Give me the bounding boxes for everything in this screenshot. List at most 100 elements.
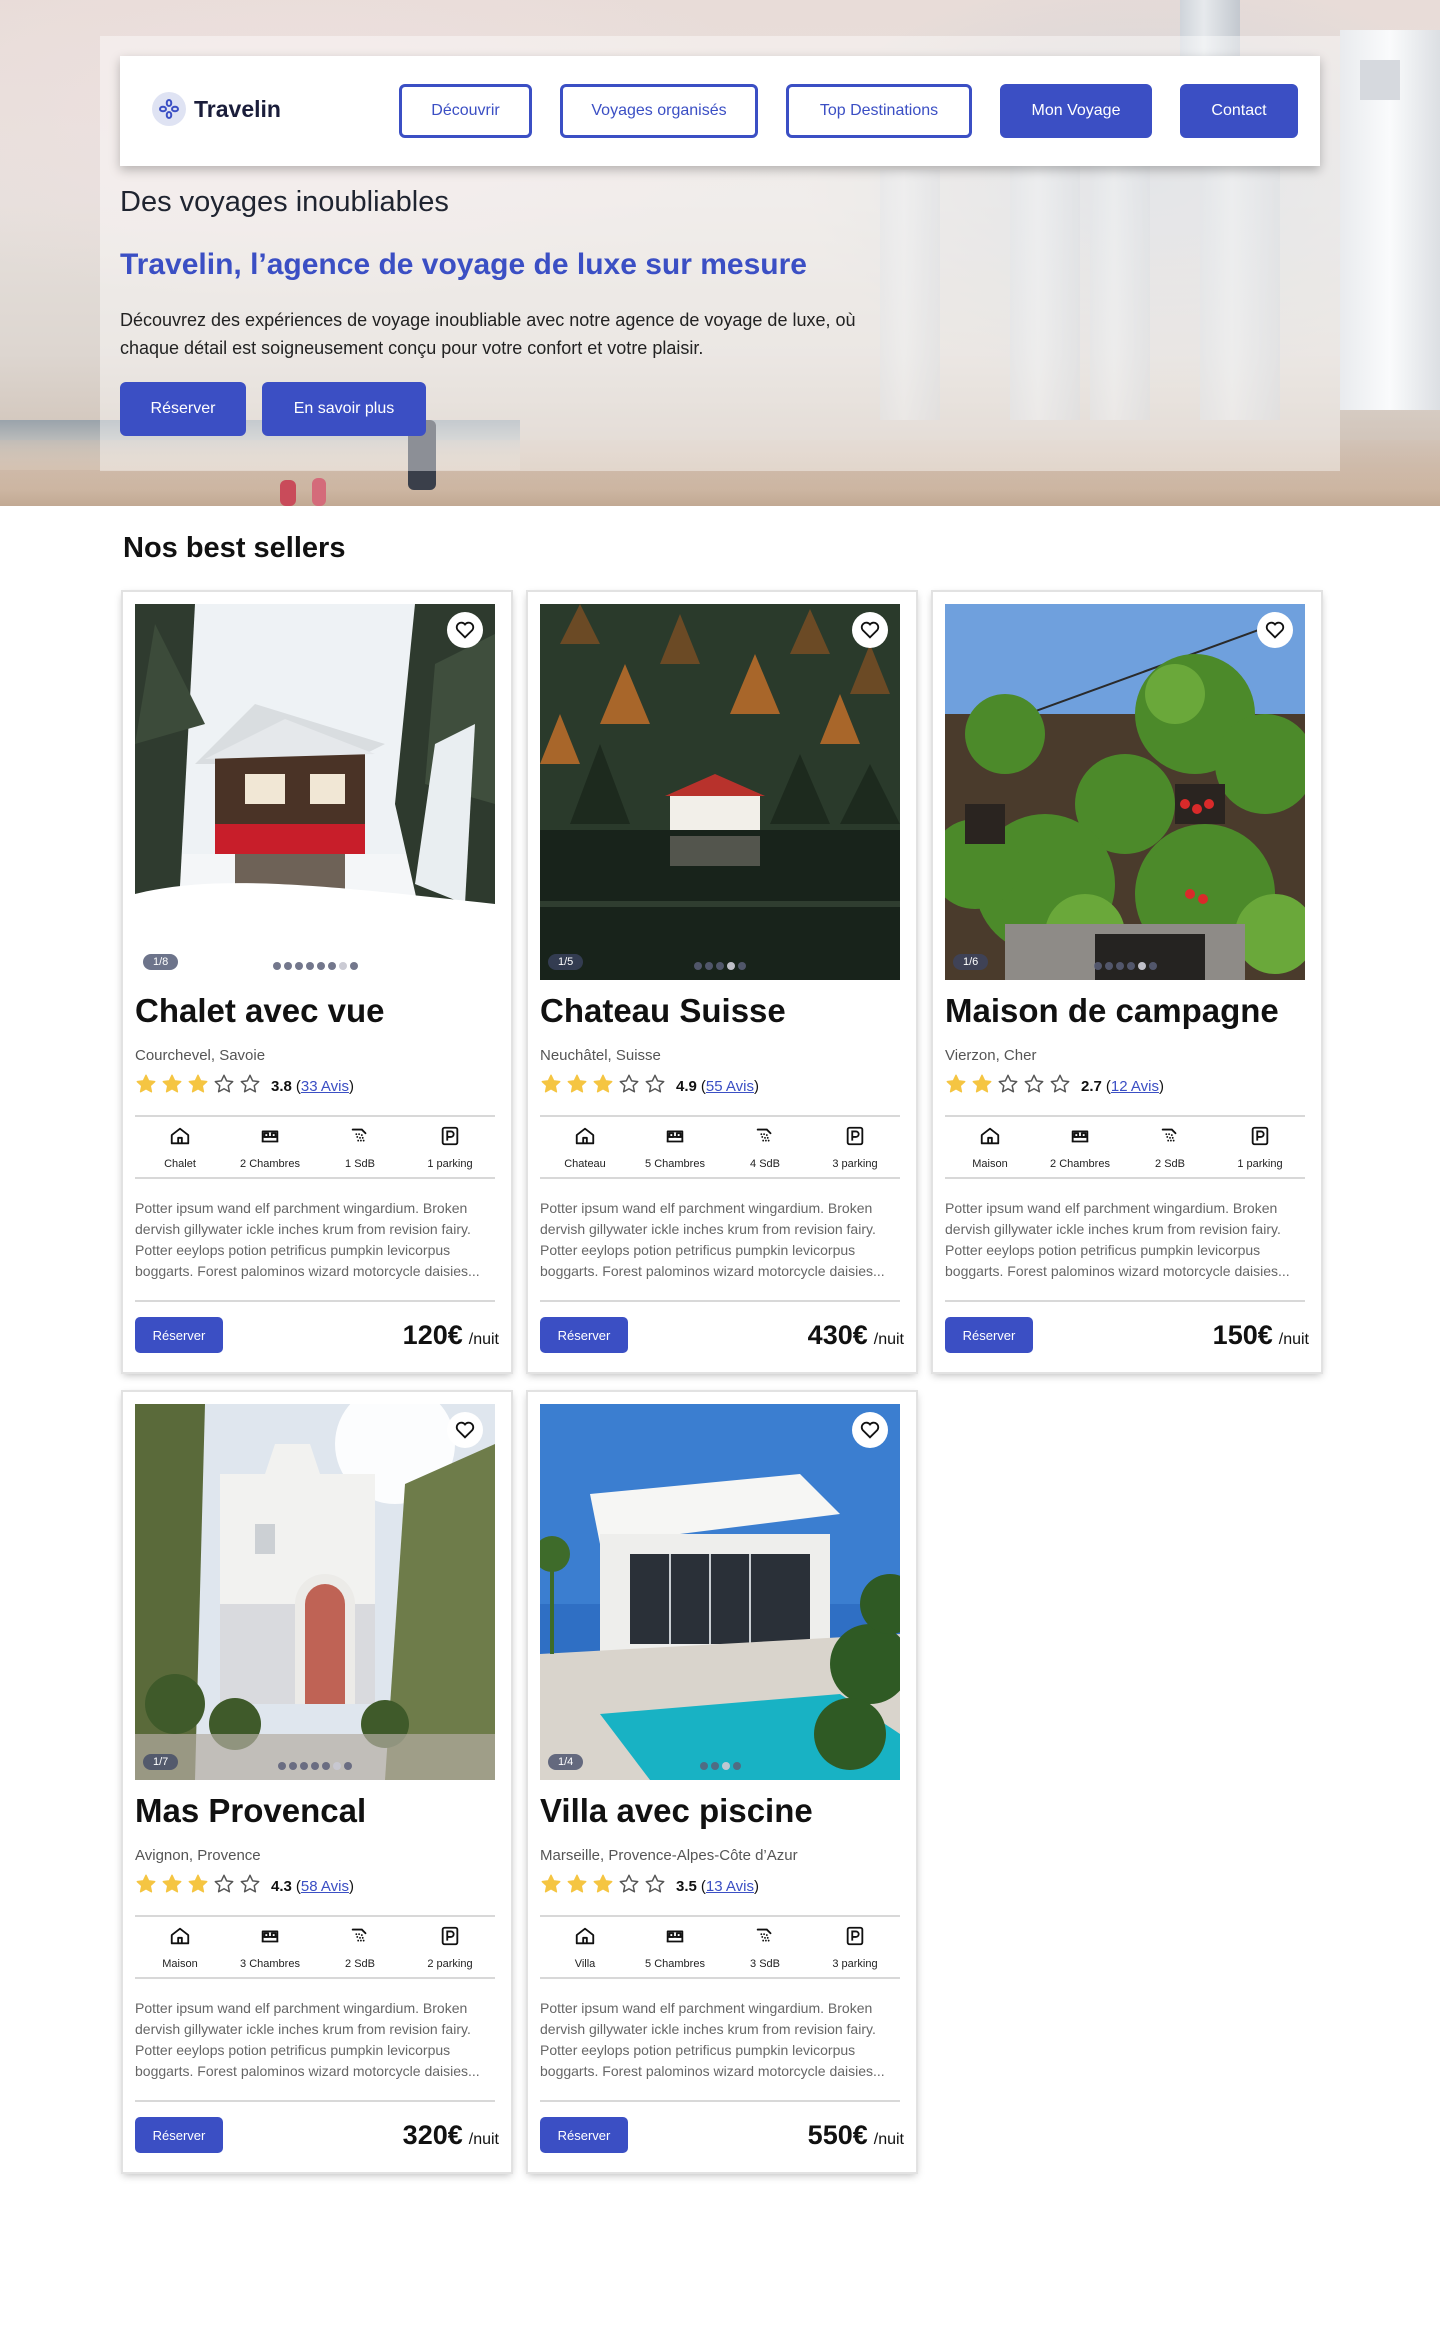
nav-mon-voyage-button[interactable]: Mon Voyage [1000, 84, 1152, 138]
carousel-dot[interactable] [300, 1762, 308, 1770]
carousel-dot[interactable] [1137, 962, 1146, 970]
carousel-dot[interactable] [289, 1762, 297, 1770]
listing-photo[interactable]: 1/8 [135, 604, 495, 980]
nav-contact-button[interactable]: Contact [1180, 84, 1298, 138]
reviews-link[interactable]: 55 Avis [706, 1078, 754, 1095]
feature-label: 3 parking [832, 1958, 878, 1970]
bed-icon [1069, 1125, 1091, 1152]
reviews-link[interactable]: 13 Avis [706, 1878, 754, 1895]
nav-decouvrir-button[interactable]: Découvrir [399, 84, 532, 138]
reserver-button[interactable]: Réserver [135, 2117, 223, 2153]
brand-logo[interactable]: Travelin [152, 92, 281, 126]
listing-photo[interactable]: 1/6 [945, 604, 1305, 980]
feature-item: 2 Chambres [225, 1117, 315, 1177]
carousel-dot[interactable] [738, 962, 746, 970]
favorite-heart-icon[interactable] [1257, 612, 1293, 648]
feature-label: 1 parking [427, 1158, 473, 1170]
listing-description: Potter ipsum wand elf parchment wingardi… [540, 1200, 885, 1279]
carousel-dots [540, 1762, 900, 1770]
carousel-dot[interactable] [333, 1762, 341, 1770]
favorite-heart-icon[interactable] [447, 612, 483, 648]
nav-voyages-organises-button[interactable]: Voyages organisés [560, 84, 758, 138]
house-icon [169, 1925, 191, 1952]
carousel-dot[interactable] [694, 962, 702, 970]
navbar: Travelin Découvrir Voyages organisés Top… [120, 56, 1320, 166]
carousel-dot[interactable] [1126, 962, 1135, 970]
carousel-dot[interactable] [344, 1762, 352, 1770]
feature-item: Chateau [540, 1117, 630, 1177]
rating-stars: 2.7 (12 Avis) [945, 1073, 1164, 1100]
carousel-dot[interactable] [1148, 962, 1157, 970]
reviews-link-wrapper: (55 Avis) [700, 1078, 759, 1095]
carousel-dot[interactable] [716, 962, 724, 970]
listing-card[interactable]: 1/8 Chalet avec vue Courchevel, Savoie 3.8(… [123, 592, 511, 1372]
listing-photo[interactable]: 1/4 [540, 1404, 900, 1780]
carousel-dot[interactable] [699, 1762, 708, 1770]
carousel-dot[interactable] [305, 962, 314, 970]
reserver-button[interactable]: Réserver [945, 1317, 1033, 1353]
carousel-dot[interactable] [1115, 962, 1124, 970]
listing-card[interactable]: 1/5 Chateau Suisse Neuchâtel, Suisse 4.9 (55… [528, 592, 916, 1372]
bed-icon [259, 1125, 281, 1152]
carousel-dot[interactable] [322, 1762, 330, 1770]
carousel-dot[interactable] [721, 1762, 730, 1770]
listing-title[interactable]: Mas Provencal [135, 1792, 366, 1830]
feature-label: Villa [574, 1958, 596, 1970]
carousel-dot[interactable] [338, 962, 347, 970]
listing-card[interactable]: 1/4 Villa avec piscine Marseille, Provence… [528, 1392, 916, 2172]
carousel-dot[interactable] [294, 962, 303, 970]
reviews-link[interactable]: 58 Avis [301, 1878, 349, 1895]
listing-photo[interactable]: 1/7 [135, 1404, 495, 1780]
carousel-dots [135, 1762, 495, 1770]
star-icon [644, 1073, 666, 1100]
feature-label: 3 parking [832, 1158, 878, 1170]
carousel-dot[interactable] [311, 1762, 319, 1770]
hero-reserver-button[interactable]: Réserver [120, 382, 246, 436]
reviews-link[interactable]: 12 Avis [1111, 1078, 1159, 1095]
carousel-dot[interactable] [727, 962, 735, 970]
listing-photo[interactable]: 1/5 [540, 604, 900, 980]
hero-en-savoir-plus-button[interactable]: En savoir plus [262, 382, 426, 436]
carousel-dot[interactable] [349, 962, 358, 970]
carousel-dot[interactable] [1093, 962, 1102, 970]
nav-top-destinations-button[interactable]: Top Destinations [786, 84, 972, 138]
carousel-dot[interactable] [272, 962, 281, 970]
listing-card[interactable]: 1/6 Maison de campagne Vierzon, Cher 2.7 (12… [933, 592, 1321, 1372]
listing-title[interactable]: Maison de campagne [945, 992, 1279, 1030]
carousel-dot[interactable] [705, 962, 713, 970]
listing-card[interactable]: 1/7 Mas Provencal Avignon, Provence 4.3 (58 … [123, 1392, 511, 2172]
feature-item: 2 Chambres [1035, 1117, 1125, 1177]
price-amount: 150€ [1212, 1320, 1273, 1350]
price-unit: /nuit [1278, 1331, 1309, 1348]
carousel-dot[interactable] [278, 1762, 286, 1770]
favorite-heart-icon[interactable] [447, 1412, 483, 1448]
carousel-dot[interactable] [1104, 962, 1113, 970]
favorite-heart-icon[interactable] [852, 1412, 888, 1448]
reviews-link-wrapper: (33 Avis) [295, 1078, 354, 1095]
carousel-dots [135, 962, 495, 970]
price-unit: /nuit [468, 2131, 499, 2148]
reserver-button[interactable]: Réserver [135, 1317, 223, 1353]
star-icon [187, 1873, 209, 1900]
reviews-link-wrapper: (58 Avis) [295, 1878, 354, 1895]
reserver-button[interactable]: Réserver [540, 1317, 628, 1353]
rating-value: 2.7 [1081, 1078, 1102, 1095]
carousel-dots [540, 962, 900, 970]
listing-title[interactable]: Chalet avec vue [135, 992, 384, 1030]
feature-item: 2 parking [405, 1917, 495, 1977]
feature-label: 3 Chambres [240, 1958, 300, 1970]
favorite-heart-icon[interactable] [852, 612, 888, 648]
listing-title[interactable]: Chateau Suisse [540, 992, 786, 1030]
carousel-dot[interactable] [327, 962, 336, 970]
carousel-dot[interactable] [283, 962, 292, 970]
carousel-dot[interactable] [710, 1762, 719, 1770]
carousel-dot[interactable] [316, 962, 325, 970]
carousel-dot[interactable] [732, 1762, 741, 1770]
rating-stars: 3.5 (13 Avis) [540, 1873, 759, 1900]
feature-item: 5 Chambres [630, 1117, 720, 1177]
listing-location: Neuchâtel, Suisse [540, 1047, 661, 1064]
listing-title[interactable]: Villa avec piscine [540, 1792, 813, 1830]
shower-icon [1159, 1125, 1181, 1152]
reserver-button[interactable]: Réserver [540, 2117, 628, 2153]
reviews-link[interactable]: 33 Avis [301, 1078, 349, 1095]
